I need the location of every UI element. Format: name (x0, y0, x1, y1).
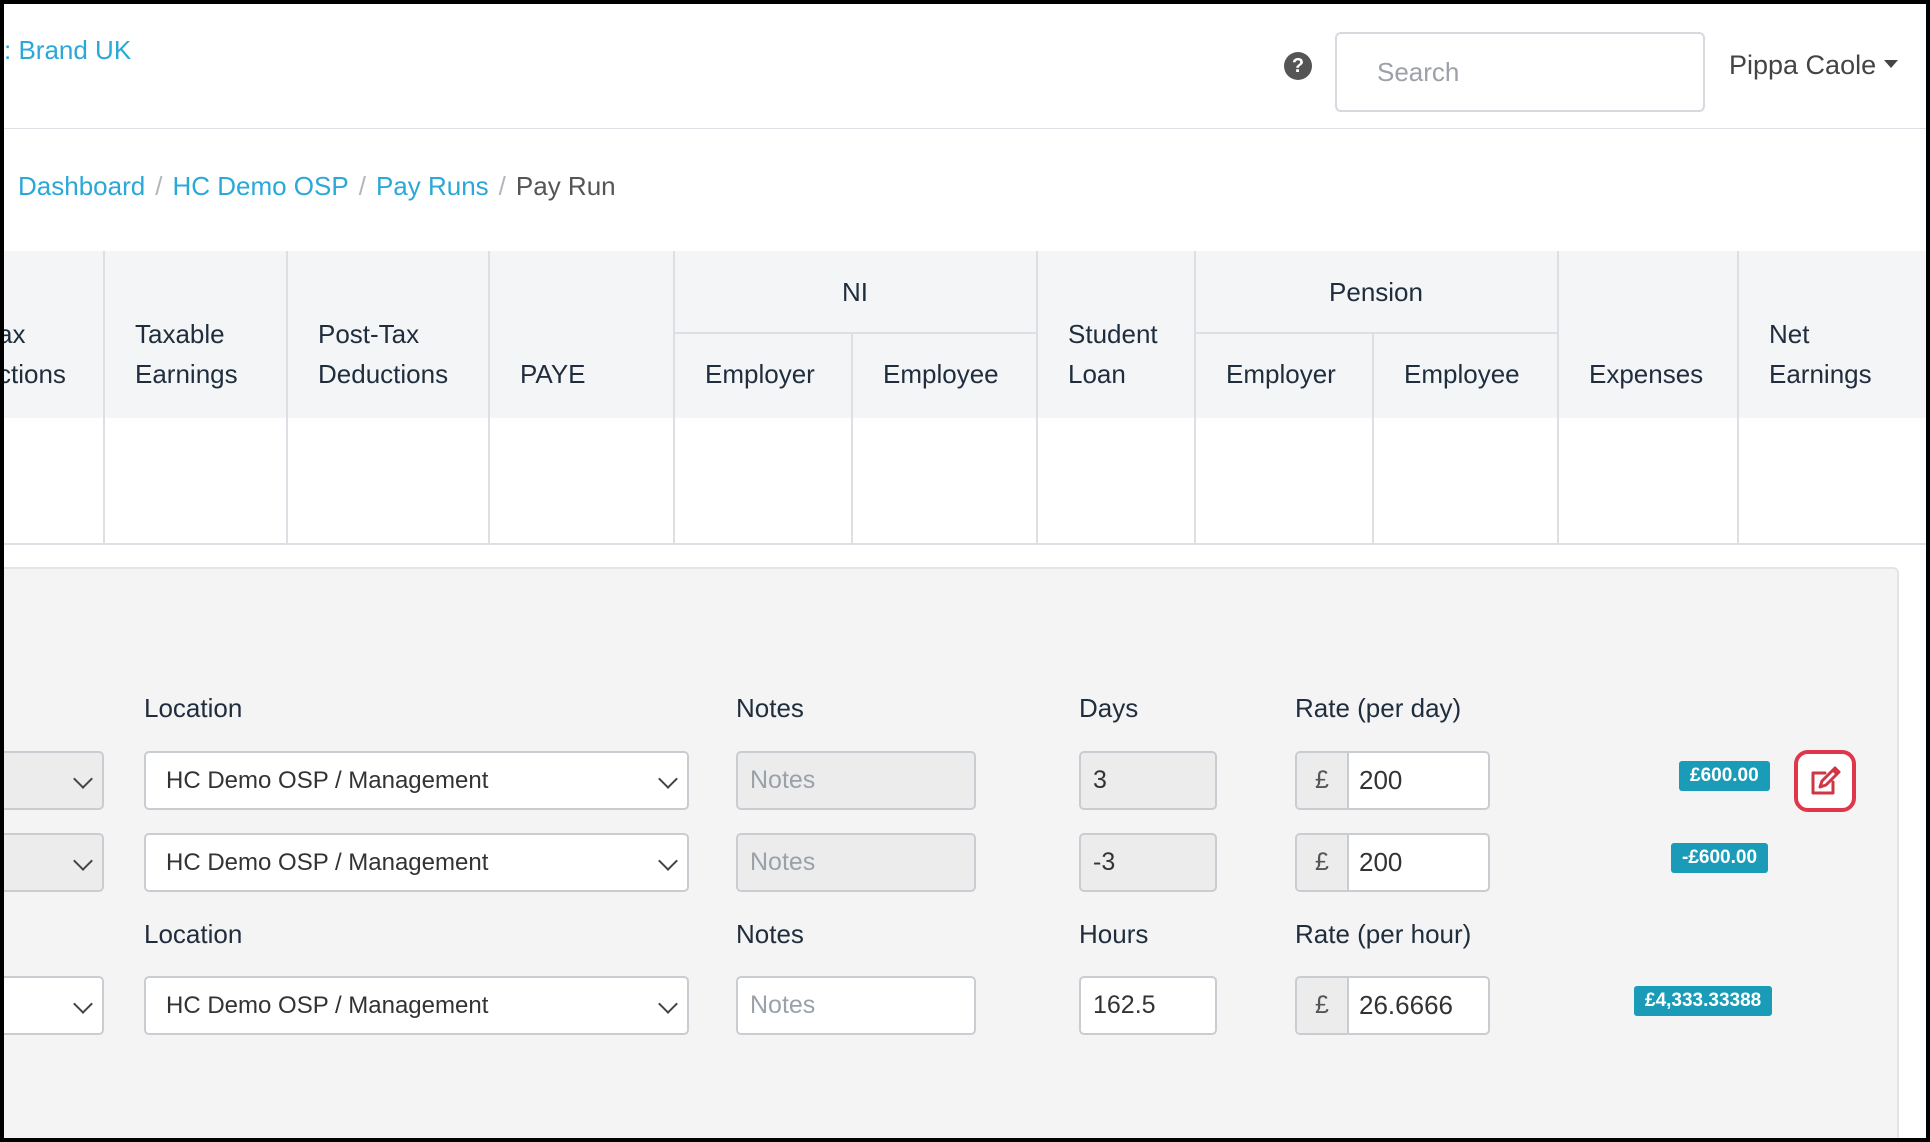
col-net-earnings-line2: Earnings (1769, 359, 1872, 389)
location-value: HC Demo OSP / Management (166, 849, 489, 876)
breadcrumb-separator: / (358, 171, 366, 201)
label-notes: Notes (736, 693, 804, 723)
location-value: HC Demo OSP / Management (166, 992, 489, 1019)
col-ni-employee: Employee (883, 359, 999, 389)
rate-field[interactable]: £200 (1295, 833, 1490, 892)
location-select[interactable]: HC Demo OSP / Management (144, 751, 689, 810)
col-expenses: Expenses (1589, 359, 1704, 389)
edit-icon (1811, 766, 1841, 795)
chevron-down-icon (73, 851, 93, 871)
label-days: Days (1079, 693, 1139, 723)
col-student-loan-line1: Student (1068, 319, 1158, 349)
help-icon[interactable]: ? (1284, 52, 1312, 80)
chevron-down-icon (73, 994, 93, 1014)
notes-placeholder: Notes (750, 991, 816, 1019)
caret-down-icon (1884, 59, 1899, 68)
hours-field[interactable]: 162.5 (1079, 976, 1217, 1035)
col-paye: PAYE (520, 359, 586, 389)
label-notes: Notes (736, 919, 804, 949)
notes-placeholder: Notes (750, 848, 816, 876)
user-name: Pippa Caole (1729, 50, 1877, 80)
search-input[interactable] (1335, 32, 1705, 112)
rate-field[interactable]: £200 (1295, 751, 1490, 810)
col-net-earnings-line1: Net (1769, 319, 1810, 349)
label-rate-per-day: Rate (per day) (1295, 693, 1462, 723)
chevron-down-icon (658, 851, 678, 871)
days-field[interactable]: 3 (1079, 751, 1217, 810)
rate-value: 26.6666 (1359, 990, 1453, 1020)
col-tax-deductions-line1: ax (4, 319, 26, 349)
notes-field[interactable]: Notes (736, 976, 976, 1035)
payroll-table-header: ax ctions Taxable Earnings Post-Tax Dedu… (4, 251, 1926, 418)
col-ni-employer: Employer (705, 359, 815, 389)
rate-field[interactable]: £26.6666 (1295, 976, 1490, 1035)
notes-placeholder: Notes (750, 766, 816, 794)
app-window: : Brand UK ? Pippa Caole Dashboard / HC De… (4, 4, 1926, 1138)
notes-field[interactable]: Notes (736, 751, 976, 810)
rate-value: 200 (1359, 847, 1403, 877)
days-value: -3 (1093, 848, 1116, 876)
pay-type-select[interactable] (4, 833, 104, 892)
col-pension-employer: Employer (1226, 359, 1336, 389)
breadcrumb: Dashboard / HC Demo OSP / Pay Runs / Pay Run (18, 171, 616, 202)
payroll-table-row (4, 418, 1926, 545)
chevron-down-icon (658, 769, 678, 789)
col-student-loan-line2: Loan (1068, 359, 1126, 389)
pay-type-select[interactable] (4, 751, 104, 810)
breadcrumb-separator: / (155, 171, 163, 201)
chevron-down-icon (73, 769, 93, 789)
breadcrumb-separator: / (498, 171, 506, 201)
label-location: Location (144, 919, 243, 949)
col-taxable-earnings-line2: Earnings (135, 359, 238, 389)
user-menu[interactable]: Pippa Caole (1729, 50, 1899, 81)
col-group-pension: Pension (1329, 277, 1423, 307)
col-taxable-earnings-line1: Taxable (135, 319, 225, 349)
days-value: 3 (1093, 766, 1107, 794)
col-tax-deductions-line2: ctions (4, 359, 66, 389)
total-badge: £4,333.33388 (1634, 986, 1773, 1016)
breadcrumb-pay-runs[interactable]: Pay Runs (376, 171, 489, 201)
currency-addon: £ (1297, 835, 1349, 890)
location-value: HC Demo OSP / Management (166, 767, 489, 794)
rate-value: 200 (1359, 765, 1403, 795)
days-field[interactable]: -3 (1079, 833, 1217, 892)
breadcrumb-current: Pay Run (515, 171, 616, 201)
col-pension-employee: Employee (1404, 359, 1520, 389)
label-rate-per-hour: Rate (per hour) (1295, 919, 1472, 949)
brand-link[interactable]: : Brand UK (4, 35, 131, 66)
chevron-down-icon (658, 994, 678, 1014)
top-navbar: : Brand UK ? Pippa Caole (4, 4, 1926, 129)
pay-type-select[interactable] (4, 976, 104, 1035)
col-group-ni: NI (842, 277, 868, 307)
breadcrumb-dashboard[interactable]: Dashboard (18, 171, 145, 201)
currency-addon: £ (1297, 978, 1349, 1033)
label-location: Location (144, 693, 243, 723)
notes-field[interactable]: Notes (736, 833, 976, 892)
currency-addon: £ (1297, 753, 1349, 808)
total-badge: £600.00 (1679, 761, 1770, 791)
total-badge: -£600.00 (1671, 843, 1769, 873)
breadcrumb-company[interactable]: HC Demo OSP (172, 171, 348, 201)
location-select[interactable]: HC Demo OSP / Management (144, 833, 689, 892)
location-select[interactable]: HC Demo OSP / Management (144, 976, 689, 1035)
hours-value: 162.5 (1093, 991, 1156, 1019)
label-hours: Hours (1079, 919, 1149, 949)
col-post-tax-line1: Post-Tax (318, 319, 420, 349)
col-post-tax-line2: Deductions (318, 359, 449, 389)
edit-button[interactable] (1794, 750, 1856, 812)
